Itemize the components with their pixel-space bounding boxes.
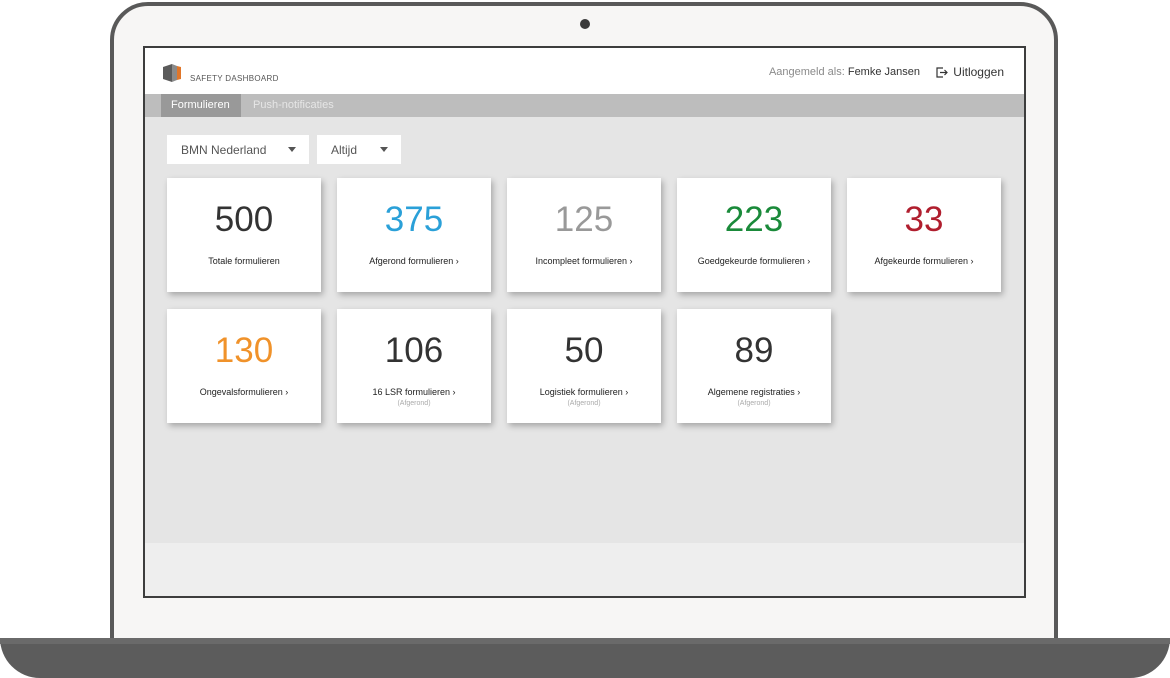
organisation-value: BMN Nederland [181,142,267,157]
tab-formulieren[interactable]: Formulieren [161,94,241,117]
card-value: 375 [384,200,444,239]
card-logistiek-formulieren[interactable]: 50 Logistiek formulieren › (Afgerond) [507,309,661,423]
card-ongevalsformulieren[interactable]: 130 Ongevalsformulieren › [167,309,321,423]
card-label: Ongevalsformulieren › [199,387,289,397]
card-algemene-registraties[interactable]: 89 Algemene registraties › (Afgerond) [677,309,831,423]
chevron-down-icon [288,147,296,152]
laptop-base [0,638,1170,678]
logout-button[interactable]: Uitloggen [936,65,1004,79]
card-afgerond-formulieren[interactable]: 375 Afgerond formulieren › [337,178,491,292]
footer-area [145,543,1024,596]
card-totale-formulieren[interactable]: 500 Totale formulieren [167,178,321,292]
period-select[interactable]: Altijd [317,135,401,164]
card-16-lsr-formulieren[interactable]: 106 16 LSR formulieren › (Afgerond) [337,309,491,423]
camera-icon [580,19,590,29]
brand-name: SAFETY DASHBOARD [190,74,279,83]
card-label: Goedgekeurde formulieren › [697,256,811,266]
user-name: Femke Jansen [847,66,920,78]
tab-push-notificaties[interactable]: Push-notificaties [241,94,346,117]
card-value: 89 [734,331,774,370]
card-value: 500 [214,200,274,239]
chevron-down-icon [380,147,388,152]
card-value: 125 [554,200,614,239]
card-incompleet-formulieren[interactable]: 125 Incompleet formulieren › [507,178,661,292]
card-label: Incompleet formulieren › [535,256,633,266]
card-label: Algemene registraties › [707,387,801,397]
card-sublabel: (Afgerond) [567,400,601,407]
logout-icon [936,66,949,78]
app-screen: SAFETY DASHBOARD Aangemeld als: Femke Ja… [143,46,1026,598]
card-label: Totale formulieren [208,256,280,266]
logout-label: Uitloggen [953,65,1004,79]
main-nav: Formulieren Push-notificaties [145,94,1024,117]
user-prefix: Aangemeld als: [768,66,845,78]
logged-in-user: Aangemeld als: Femke Jansen [769,66,920,78]
card-value: 106 [384,331,444,370]
card-label: Logistiek formulieren › [539,387,629,397]
card-sublabel: (Afgerond) [397,400,431,407]
card-value: 130 [214,331,274,370]
app-header: SAFETY DASHBOARD Aangemeld als: Femke Ja… [145,48,1024,94]
card-label: Afgerond formulieren › [369,256,459,266]
safety-dashboard-logo [163,64,181,82]
card-value: 223 [724,200,784,239]
card-value: 33 [904,200,944,239]
card-value: 50 [564,331,604,370]
card-goedgekeurde-formulieren[interactable]: 223 Goedgekeurde formulieren › [677,178,831,292]
organisation-select[interactable]: BMN Nederland [167,135,309,164]
period-value: Altijd [331,142,358,157]
card-sublabel: (Afgerond) [737,400,771,407]
card-label: 16 LSR formulieren › [372,387,456,397]
card-afgekeurde-formulieren[interactable]: 33 Afgekeurde formulieren › [847,178,1001,292]
card-label: Afgekeurde formulieren › [874,256,974,266]
